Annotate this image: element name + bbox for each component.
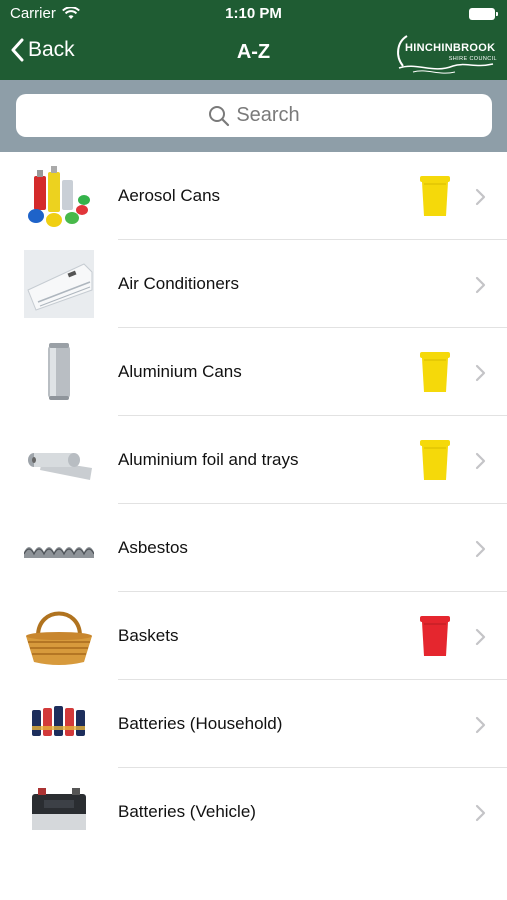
household-batteries-image (32, 706, 85, 736)
aluminium-foil-image (28, 453, 92, 480)
item-label: Air Conditioners (118, 274, 239, 293)
item-label: Aluminium foil and trays (118, 450, 299, 469)
list-item[interactable]: Baskets (0, 592, 507, 680)
chevron-right-icon (475, 276, 486, 294)
search-bar-container: Search (0, 80, 507, 152)
item-label: Aerosol Cans (118, 186, 221, 205)
item-label: Aluminium Cans (118, 362, 242, 381)
battery-icon (469, 8, 498, 20)
status-bar: Carrier 1:10 PM (0, 0, 507, 28)
item-label: Batteries (Vehicle) (118, 802, 256, 821)
navigation-bar: Back A-Z HINCHINBROOK SHIRE COUNCIL (0, 28, 507, 80)
asbestos-sheet-image (24, 547, 94, 558)
search-icon (209, 105, 230, 126)
chevron-right-icon (475, 540, 486, 558)
red-bin-icon (420, 616, 450, 656)
list-item[interactable]: Batteries (Household) (0, 680, 507, 768)
basket-image (26, 611, 92, 665)
logo-subtitle: SHIRE COUNCIL (448, 56, 497, 62)
list-item[interactable]: Aerosol Cans (0, 152, 507, 240)
chevron-right-icon (475, 628, 486, 646)
item-label: Asbestos (118, 538, 188, 557)
chevron-right-icon (475, 188, 486, 206)
item-label: Batteries (Household) (118, 714, 283, 733)
top-bar: Carrier 1:10 PM Back A-Z HINCHINBROOK SH… (0, 0, 507, 80)
aerosol-cans-image (28, 166, 90, 227)
search-input[interactable]: Search (16, 94, 492, 137)
yellow-bin-icon (420, 176, 450, 216)
logo-swoosh-icon (397, 35, 494, 74)
list-item[interactable]: Batteries (Vehicle) (0, 768, 507, 856)
yellow-bin-icon (420, 352, 450, 392)
list-item[interactable]: Aluminium foil and trays (0, 416, 507, 504)
list-item[interactable]: Air Conditioners (0, 240, 507, 328)
list-item[interactable]: Aluminium Cans (0, 328, 507, 416)
item-list: Aerosol Cans Air Conditioners Aluminium … (0, 152, 507, 856)
council-logo: HINCHINBROOK SHIRE COUNCIL (393, 32, 501, 78)
list-item[interactable]: Asbestos (0, 504, 507, 592)
logo-title: HINCHINBROOK (405, 42, 496, 54)
aluminium-can-image (48, 343, 70, 400)
status-time: 1:10 PM (225, 5, 282, 22)
chevron-right-icon (475, 716, 486, 734)
car-battery-image (32, 788, 86, 830)
air-conditioner-image (24, 250, 94, 318)
search-placeholder: Search (236, 104, 300, 126)
yellow-bin-icon (420, 440, 450, 480)
item-label: Baskets (118, 626, 179, 645)
chevron-right-icon (475, 364, 486, 382)
chevron-right-icon (475, 804, 486, 822)
chevron-right-icon (475, 452, 486, 470)
